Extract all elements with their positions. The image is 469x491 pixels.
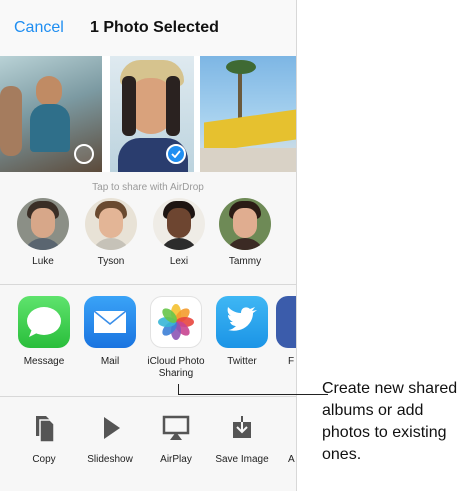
photo-palm-sign[interactable] (200, 56, 296, 172)
action-airplay[interactable]: AirPlay (144, 402, 208, 465)
action-label: AirPlay (160, 454, 192, 465)
share-app-message[interactable]: Message (12, 296, 76, 368)
message-icon (18, 296, 70, 348)
airdrop-person-luke[interactable]: Luke (12, 198, 74, 267)
share-apps-row: Message Mail iCloud Photo Sharing Twitte… (0, 296, 296, 388)
airdrop-person-lexi[interactable]: Lexi (148, 198, 210, 267)
selection-check-icon (74, 144, 94, 164)
twitter-icon (216, 296, 268, 348)
action-label: Save Image (215, 454, 269, 465)
navigation-bar: Cancel 1 Photo Selected (0, 0, 296, 57)
action-label: A (288, 454, 295, 465)
action-slideshow[interactable]: Slideshow (78, 402, 142, 465)
share-app-twitter[interactable]: Twitter (210, 296, 274, 368)
app-label: Twitter (227, 356, 257, 367)
avatar (219, 198, 271, 250)
app-label: Message (23, 356, 65, 367)
airdrop-people: Luke Tyson Lexi Tammy (0, 198, 296, 278)
photo-strip[interactable] (0, 56, 296, 172)
person-name: Lexi (169, 256, 189, 267)
mail-icon (84, 296, 136, 348)
app-label: F (288, 356, 295, 367)
cancel-button[interactable]: Cancel (14, 19, 64, 37)
action-assign[interactable]: A (276, 402, 296, 465)
action-copy[interactable]: Copy (12, 402, 76, 465)
avatar (85, 198, 137, 250)
person-name: Tyson (97, 256, 125, 267)
person-name: Tammy (228, 256, 262, 267)
section-divider (0, 284, 296, 285)
app-label: iCloud Photo Sharing (147, 356, 205, 379)
action-label: Copy (32, 454, 56, 465)
slideshow-icon (84, 402, 136, 454)
copy-icon (18, 402, 70, 454)
save-image-icon (216, 402, 268, 454)
share-app-facebook[interactable]: F (276, 296, 296, 368)
avatar (17, 198, 69, 250)
action-label: Slideshow (87, 454, 133, 465)
airdrop-hint: Tap to share with AirDrop (92, 182, 204, 193)
photos-icon (150, 296, 202, 348)
page-title: 1 Photo Selected (90, 19, 219, 36)
callout-text: Create new shared albums or add photos t… (322, 380, 458, 463)
assign-icon (276, 402, 296, 454)
callout-line (178, 394, 328, 395)
section-divider (0, 396, 296, 397)
share-sheet: Cancel 1 Photo Selected Tap to share wit… (0, 0, 297, 491)
person-name: Luke (32, 256, 54, 267)
airplay-icon (150, 402, 202, 454)
share-app-icloud-photo-sharing[interactable]: iCloud Photo Sharing (144, 296, 208, 380)
airdrop-person-tammy[interactable]: Tammy (214, 198, 276, 267)
photo-beach-friends[interactable] (0, 56, 102, 172)
airdrop-person-tyson[interactable]: Tyson (80, 198, 142, 267)
share-app-mail[interactable]: Mail (78, 296, 142, 368)
action-save-image[interactable]: Save Image (210, 402, 274, 465)
facebook-icon (276, 296, 296, 348)
selected-check-icon (166, 144, 186, 164)
app-label: Mail (100, 356, 120, 367)
avatar (153, 198, 205, 250)
photo-woman-hat[interactable] (110, 56, 194, 172)
actions-row: Copy Slideshow AirPlay Save Image A (0, 402, 296, 491)
